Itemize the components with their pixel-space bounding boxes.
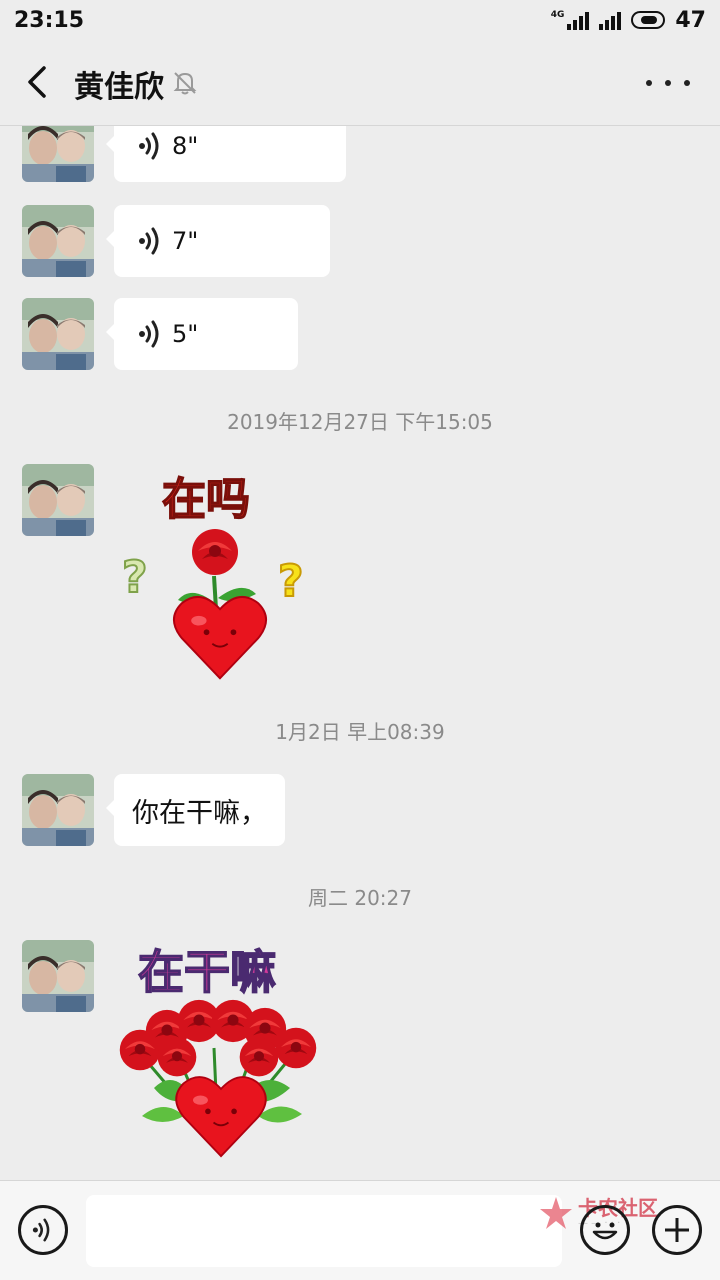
sticker-message[interactable]: 在吗 ? ? — [114, 464, 324, 686]
contact-avatar[interactable] — [22, 205, 94, 277]
svg-text:?: ? — [122, 552, 148, 603]
voice-message[interactable]: 5" — [106, 298, 298, 370]
sticker-caption: 在干嘛 — [138, 945, 276, 999]
sticker-message[interactable]: 在干嘛 — [114, 938, 328, 1160]
more-icon[interactable] — [646, 68, 690, 98]
voice-message[interactable]: 8" — [106, 126, 346, 182]
voice-icon — [138, 132, 164, 160]
plus-button[interactable] — [652, 1205, 702, 1255]
contact-avatar[interactable] — [22, 774, 94, 846]
voice-message[interactable]: 7" — [106, 205, 330, 277]
signal-icon — [599, 10, 622, 30]
message-timestamp: 周二 20:27 — [308, 886, 412, 910]
contact-avatar[interactable] — [22, 464, 94, 536]
voice-input-button[interactable] — [18, 1205, 68, 1255]
status-time: 23:15 — [14, 7, 85, 33]
contact-avatar[interactable] — [22, 126, 94, 182]
back-icon[interactable] — [22, 64, 52, 100]
sticker-caption: 在吗 — [162, 474, 250, 525]
status-bar: 23:15 4G 47 — [0, 0, 720, 40]
contact-avatar[interactable] — [22, 298, 94, 370]
message-list: 8" 7" 5" 2019年12月27日 下午15:05 在吗 ? ? 1月2日… — [0, 126, 720, 1180]
message-timestamp: 1月2日 早上08:39 — [275, 720, 445, 744]
voice-icon — [32, 1218, 54, 1242]
voice-duration: 5" — [172, 320, 199, 348]
emoji-button[interactable] — [580, 1205, 630, 1255]
voice-duration: 8" — [172, 132, 199, 160]
status-indicators: 4G 47 — [551, 8, 706, 33]
battery-level: 47 — [675, 7, 706, 33]
signal-4g-icon: 4G — [551, 10, 590, 30]
message-timestamp: 2019年12月27日 下午15:05 — [227, 410, 493, 434]
emoji-icon — [592, 1222, 618, 1240]
voice-icon — [138, 227, 164, 255]
message-input-bar: 卡农社区 — — · · · — [0, 1180, 720, 1280]
voice-icon — [138, 320, 164, 348]
message-input[interactable] — [86, 1195, 562, 1267]
watermark-logo-icon — [540, 1197, 572, 1229]
contact-avatar[interactable] — [22, 940, 94, 1012]
chat-title: 黄佳欣 — [74, 70, 164, 105]
battery-icon — [631, 11, 666, 29]
chat-header: 黄佳欣 — [0, 40, 720, 126]
text-message[interactable]: 你在干嘛， — [106, 774, 285, 846]
voice-duration: 7" — [172, 227, 199, 255]
plus-icon — [665, 1218, 689, 1242]
mute-bell-icon — [173, 72, 197, 95]
svg-text:?: ? — [278, 556, 304, 607]
